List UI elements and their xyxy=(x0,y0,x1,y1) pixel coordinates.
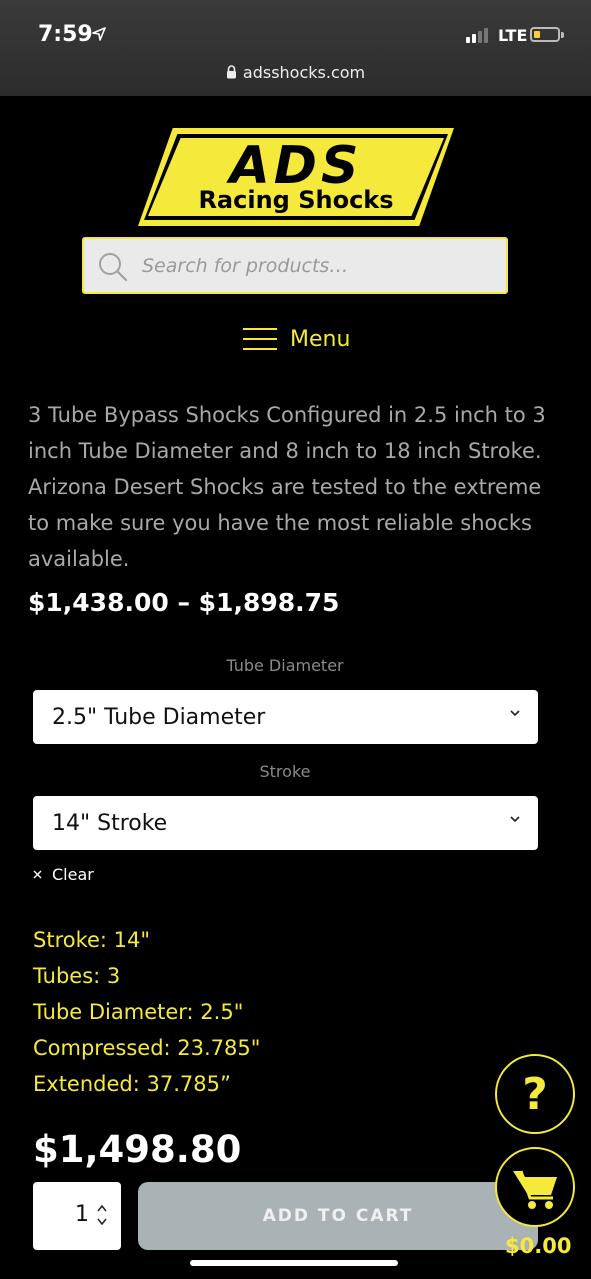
price-range: $1,438.00 – $1,898.75 xyxy=(28,588,340,617)
cart-total: $0.00 xyxy=(505,1234,572,1258)
stroke-select[interactable]: 14" Stroke xyxy=(33,796,538,850)
quantity-value: 1 xyxy=(75,1202,89,1227)
hamburger-icon xyxy=(243,327,277,351)
quantity-stepper[interactable]: 1 xyxy=(33,1182,121,1250)
signal-icon xyxy=(466,28,488,43)
tube-diameter-select[interactable]: 2.5" Tube Diameter xyxy=(33,690,538,744)
spec-line: Tubes: 3 xyxy=(33,964,121,988)
search-icon xyxy=(99,253,128,282)
battery-tip xyxy=(561,32,564,38)
clear-label: Clear xyxy=(52,865,94,884)
network-type: LTE xyxy=(498,26,528,45)
menu-label: Menu xyxy=(290,326,351,352)
status-time: 7:59 xyxy=(38,22,93,47)
location-arrow-icon xyxy=(92,27,106,41)
spec-line: Tube Diameter: 2.5" xyxy=(33,1000,244,1024)
product-description: 3 Tube Bypass Shocks Configured in 2.5 i… xyxy=(28,403,546,571)
search-input[interactable] xyxy=(140,249,494,283)
cart-icon xyxy=(513,1170,557,1209)
variation-price: $1,498.80 xyxy=(33,1128,242,1171)
stroke-value: 14" Stroke xyxy=(52,810,168,836)
home-indicator[interactable] xyxy=(190,1260,398,1266)
help-button[interactable]: ? xyxy=(495,1054,575,1134)
variation-specs: Stroke: 14" Tubes: 3 Tube Diameter: 2.5"… xyxy=(33,922,260,1102)
menu-toggle[interactable]: Menu xyxy=(243,324,350,354)
stroke-label: Stroke xyxy=(259,762,311,781)
tube-diameter-value: 2.5" Tube Diameter xyxy=(52,704,266,730)
add-to-cart-button[interactable]: ADD TO CART xyxy=(138,1182,538,1250)
logo-sub-text: Racing Shocks xyxy=(198,186,394,214)
lock-icon xyxy=(226,65,236,79)
chevron-down-icon xyxy=(510,710,520,717)
battery-icon xyxy=(530,27,560,42)
spec-line: Compressed: 23.785" xyxy=(33,1036,261,1060)
url-text: adsshocks.com xyxy=(242,63,366,82)
search-box xyxy=(82,237,508,294)
spec-line: Extended: 37.785” xyxy=(33,1072,231,1096)
spec-line: Stroke: 14" xyxy=(33,928,151,952)
cart-button[interactable] xyxy=(495,1147,575,1227)
question-icon: ? xyxy=(522,1068,548,1120)
clear-selection-link[interactable]: Clear xyxy=(33,865,94,884)
stepper-icon[interactable] xyxy=(97,1204,107,1226)
tube-diameter-label: Tube Diameter xyxy=(226,656,344,675)
site-logo[interactable]: ADS Racing Shocks xyxy=(138,128,454,226)
address-bar[interactable]: adsshocks.com xyxy=(0,63,591,82)
status-bar: 7:59 LTE adsshocks.com xyxy=(0,0,591,96)
chevron-down-icon xyxy=(510,816,520,823)
close-icon xyxy=(33,870,42,879)
